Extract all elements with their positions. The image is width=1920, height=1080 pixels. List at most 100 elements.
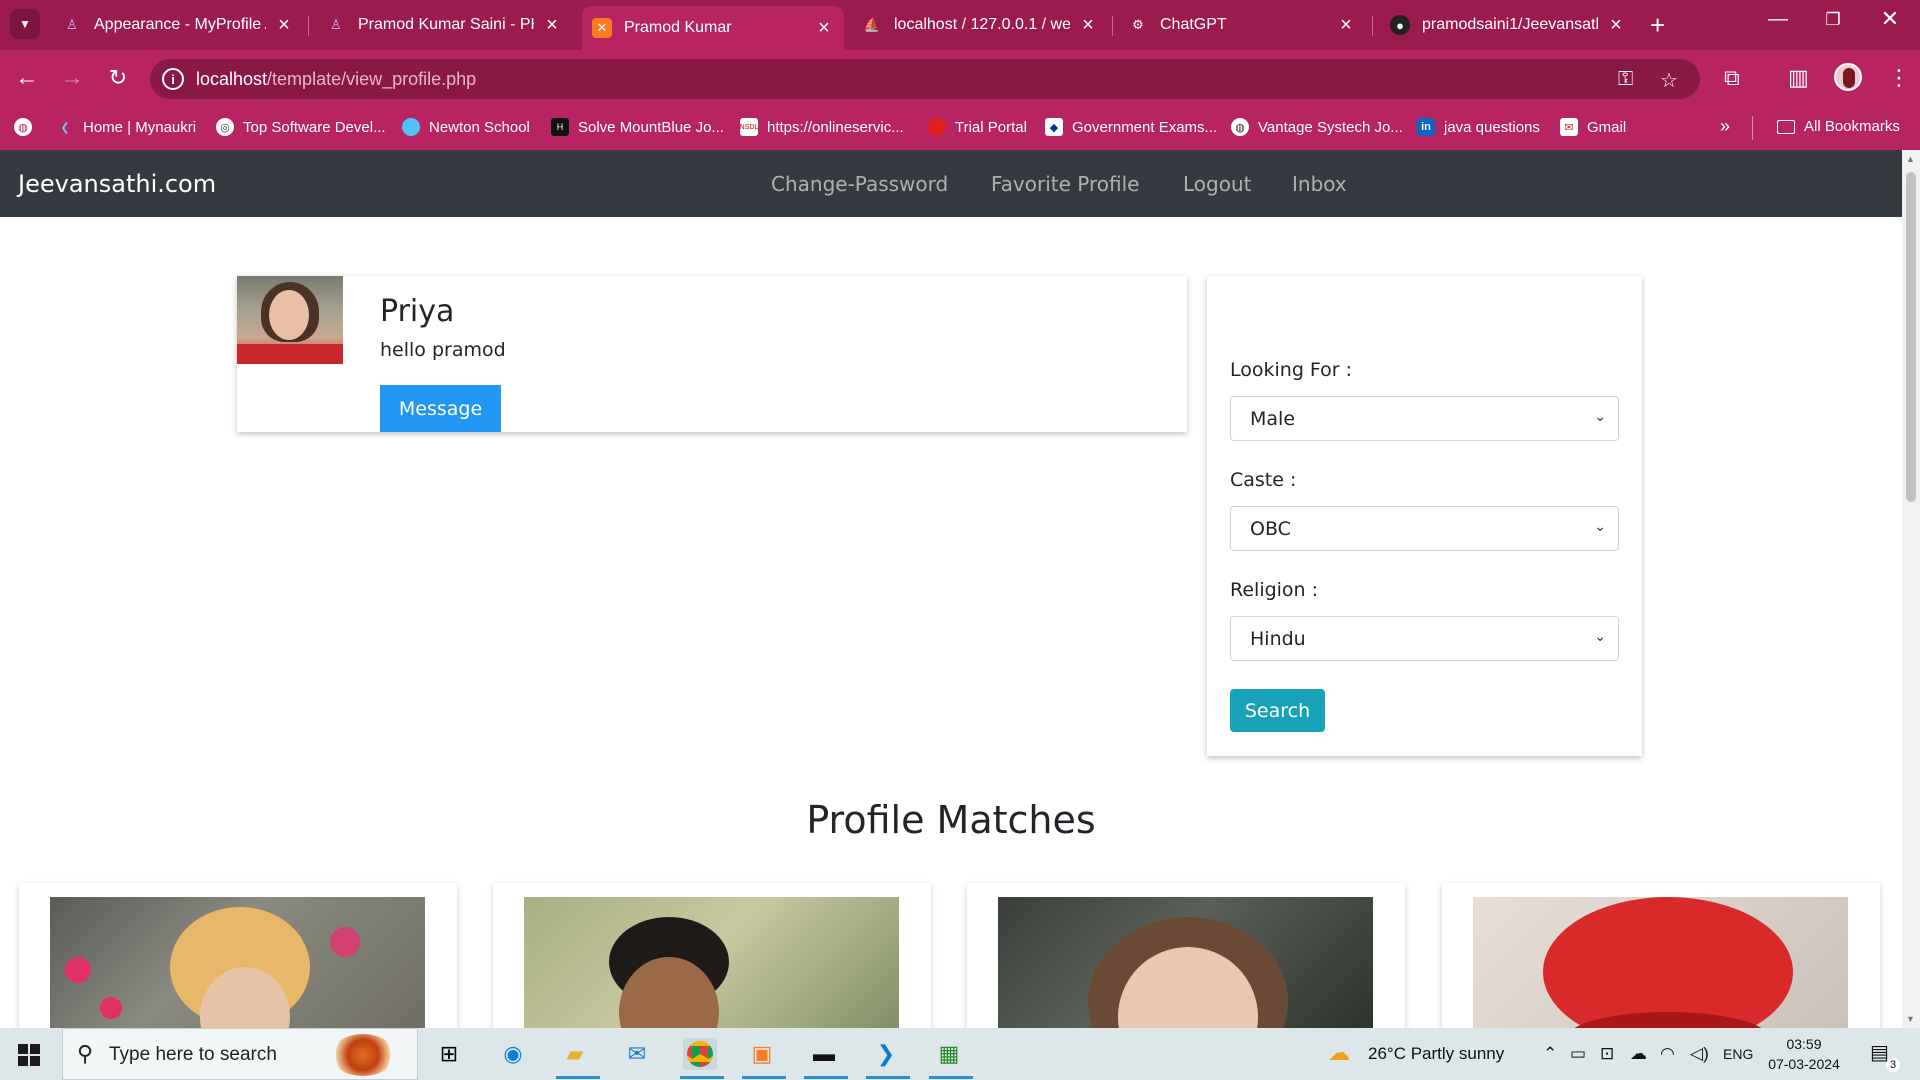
trial-portal-icon bbox=[928, 118, 946, 136]
reload-icon[interactable]: ↻ bbox=[103, 63, 133, 93]
password-key-icon[interactable]: ⚿ bbox=[1618, 68, 1633, 91]
page-scrollbar[interactable]: ▲ ▼ bbox=[1902, 150, 1920, 1028]
tab-github[interactable]: ● pramodsaini1/Jeevansathi × bbox=[1380, 6, 1636, 44]
nav-inbox[interactable]: Inbox bbox=[1292, 172, 1347, 196]
bookmark-item[interactable]: H Solve MountBlue Jo... bbox=[551, 118, 724, 136]
chrome-icon[interactable] bbox=[683, 1038, 717, 1070]
bookmark-item[interactable]: ◍ Vantage Systech Jo... bbox=[1231, 118, 1403, 136]
wifi-icon[interactable]: ◠ bbox=[1660, 1044, 1675, 1064]
url-host: localhost bbox=[196, 69, 268, 89]
looking-for-select[interactable]: Male ⌄ bbox=[1230, 396, 1619, 441]
caste-select[interactable]: OBC ⌄ bbox=[1230, 506, 1619, 551]
restore-icon[interactable]: ❐ bbox=[1818, 10, 1848, 30]
address-bar[interactable]: i localhost/template/view_profile.php ⚿ … bbox=[150, 59, 1700, 99]
app-icon[interactable]: ▦ bbox=[932, 1038, 966, 1070]
tab-pramod-kumar[interactable]: ✕ Pramod Kumar × bbox=[582, 6, 844, 50]
match-photo[interactable] bbox=[1473, 897, 1848, 1028]
close-icon[interactable]: × bbox=[1336, 14, 1356, 37]
more-bookmarks-icon[interactable]: » bbox=[1720, 116, 1730, 137]
bookmark-item[interactable]: in java questions bbox=[1417, 118, 1540, 136]
match-photo[interactable] bbox=[998, 897, 1373, 1028]
bookmark-item[interactable]: ◎ Top Software Devel... bbox=[216, 118, 386, 136]
close-icon[interactable]: × bbox=[1606, 14, 1626, 37]
tab-pramod-php[interactable]: ♙ Pramod Kumar Saini - PHP × bbox=[316, 6, 572, 44]
theme-icon: ♙ bbox=[66, 17, 78, 32]
bookmark-item[interactable]: ✉ Gmail bbox=[1560, 118, 1626, 136]
edge-icon[interactable]: ◉ bbox=[496, 1038, 530, 1070]
device-icon[interactable]: ⊡ bbox=[1600, 1044, 1614, 1064]
battery-icon[interactable]: ▭ bbox=[1570, 1044, 1586, 1064]
match-card[interactable] bbox=[967, 883, 1405, 1028]
nav-logout[interactable]: Logout bbox=[1183, 172, 1251, 196]
weather-icon[interactable]: ☁ bbox=[1328, 1040, 1350, 1066]
tab-title: ChatGPT bbox=[1160, 16, 1227, 33]
theme-icon: ♙ bbox=[330, 17, 342, 32]
bookmark-item[interactable]: ◆ Government Exams... bbox=[1045, 118, 1217, 136]
tab-phpmyadmin[interactable]: ⛵ localhost / 127.0.0.1 / wedd × bbox=[852, 6, 1108, 44]
site-brand[interactable]: Jeevansathi.com bbox=[18, 170, 216, 198]
mail-icon[interactable]: ✉ bbox=[620, 1038, 654, 1070]
hackerearth-icon: H bbox=[551, 118, 569, 136]
bookmark-label: Gmail bbox=[1587, 118, 1627, 136]
bookmark-star-icon[interactable]: ☆ bbox=[1660, 68, 1678, 93]
bookmark-item[interactable]: Trial Portal bbox=[928, 118, 1027, 136]
match-photo[interactable] bbox=[50, 897, 425, 1028]
menu-icon[interactable]: ⋮ bbox=[1888, 65, 1910, 91]
site-info-icon[interactable]: i bbox=[162, 68, 184, 90]
cloud-icon[interactable]: ☁ bbox=[1630, 1044, 1647, 1064]
tab-chatgpt[interactable]: ⚙ ChatGPT × bbox=[1118, 6, 1366, 44]
windows-start-icon[interactable] bbox=[18, 1044, 40, 1066]
minimize-icon[interactable]: — bbox=[1763, 8, 1793, 31]
nav-change-password[interactable]: Change-Password bbox=[771, 172, 948, 196]
window-close-icon[interactable]: ✕ bbox=[1875, 6, 1905, 32]
close-icon[interactable]: × bbox=[814, 17, 834, 40]
back-icon[interactable]: ← bbox=[12, 63, 42, 93]
nav-favorite-profile[interactable]: Favorite Profile bbox=[991, 172, 1139, 196]
tab-search-button[interactable]: ▼ bbox=[10, 9, 40, 39]
match-card[interactable] bbox=[1442, 883, 1880, 1028]
extensions-icon[interactable]: ⧉ bbox=[1724, 65, 1740, 91]
volume-icon[interactable]: ◁) bbox=[1690, 1044, 1709, 1064]
search-button[interactable]: Search bbox=[1230, 689, 1325, 732]
religion-select[interactable]: Hindu ⌄ bbox=[1230, 616, 1619, 661]
bookmark-item[interactable]: NSDL https://onlineservic... bbox=[740, 118, 904, 136]
vscode-icon[interactable]: ❯ bbox=[869, 1038, 903, 1070]
tray-chevron-up-icon[interactable]: ⌃ bbox=[1543, 1044, 1557, 1064]
avatar[interactable] bbox=[1834, 63, 1862, 91]
forward-icon[interactable]: → bbox=[57, 63, 87, 93]
bookmark-item[interactable]: Newton School bbox=[402, 118, 530, 136]
profile-card: Priya hello pramod Message bbox=[237, 276, 1187, 432]
close-icon[interactable]: × bbox=[274, 14, 294, 37]
bookmark-item[interactable]: ❮ Home | Mynaukri bbox=[56, 118, 196, 136]
close-icon[interactable]: × bbox=[542, 14, 562, 37]
bookmark-label: Vantage Systech Jo... bbox=[1258, 118, 1403, 136]
match-photo[interactable] bbox=[524, 897, 899, 1028]
match-card[interactable] bbox=[493, 883, 931, 1028]
xampp-icon[interactable]: ▣ bbox=[745, 1038, 779, 1070]
scroll-up-icon[interactable]: ▲ bbox=[1906, 154, 1915, 164]
language-indicator[interactable]: ENG bbox=[1723, 1046, 1753, 1062]
caste-value: OBC bbox=[1250, 517, 1291, 540]
all-bookmarks[interactable]: All Bookmarks bbox=[1777, 118, 1900, 135]
task-view-icon[interactable]: ⊞ bbox=[432, 1038, 466, 1070]
tab-divider bbox=[1112, 16, 1113, 36]
search-filter-card: Looking For : Male ⌄ Caste : OBC ⌄ Relig… bbox=[1207, 276, 1642, 756]
match-card[interactable] bbox=[19, 883, 457, 1028]
weather-text[interactable]: 26°C Partly sunny bbox=[1368, 1044, 1504, 1064]
looking-for-label: Looking For : bbox=[1230, 359, 1353, 381]
message-button[interactable]: Message bbox=[380, 385, 501, 432]
scroll-down-icon[interactable]: ▼ bbox=[1906, 1014, 1915, 1024]
side-panel-icon[interactable]: ▥ bbox=[1788, 65, 1809, 91]
tab-appearance[interactable]: ♙ Appearance - MyProfile Ad × bbox=[52, 6, 304, 44]
newton-icon bbox=[402, 118, 420, 136]
close-icon[interactable]: × bbox=[1078, 14, 1098, 37]
bookmark-globe[interactable]: ◍ bbox=[14, 118, 41, 136]
file-explorer-icon[interactable]: ▰ bbox=[558, 1038, 592, 1070]
search-highlight-icon[interactable] bbox=[331, 1034, 395, 1076]
url-text[interactable]: localhost/template/view_profile.php bbox=[196, 69, 476, 90]
taskbar-clock[interactable]: 03:59 07-03-2024 bbox=[1764, 1034, 1844, 1074]
terminal-icon[interactable]: ▬ bbox=[807, 1038, 841, 1070]
scrollbar-thumb[interactable] bbox=[1906, 172, 1916, 502]
taskbar-search[interactable]: ⚲ Type here to search bbox=[62, 1028, 418, 1080]
new-tab-button[interactable]: + bbox=[1650, 10, 1665, 41]
